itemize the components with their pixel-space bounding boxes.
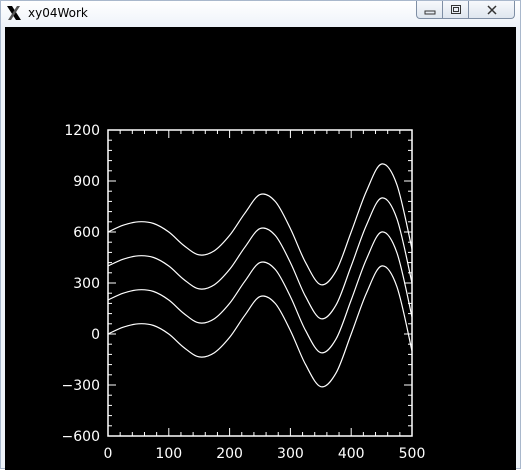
title-bar[interactable]: xy04Work (1, 1, 520, 27)
minimize-button[interactable] (416, 1, 443, 19)
y-tick-label: 900 (73, 174, 100, 190)
x-logo-icon (7, 6, 21, 20)
close-button[interactable] (468, 1, 515, 19)
series-line-1 (107, 265, 413, 388)
y-tick-label: 0 (91, 327, 100, 343)
y-tick-label: −600 (62, 429, 100, 445)
y-tick-label: 1200 (64, 123, 100, 139)
x-tick-label: 200 (216, 446, 243, 462)
y-tick-label: −300 (62, 378, 100, 394)
line-chart: 0 100 200 300 400 500 −600 −300 0 300 600 900 1200 (62, 123, 426, 462)
close-icon (486, 4, 497, 15)
x-tick-label: 300 (277, 446, 304, 462)
app-window: xy04Work 0 100 200 300 400 500 −600 −300 0 300 600… (0, 0, 521, 470)
axis-ticks (107, 129, 413, 437)
x-tick-label: 100 (155, 446, 182, 462)
x-tick-label: 500 (399, 446, 426, 462)
x-tick-label: 400 (338, 446, 365, 462)
y-tick-label: 600 (73, 225, 100, 241)
maximize-button[interactable] (442, 1, 469, 19)
series-lines (107, 163, 413, 388)
window-title: xy04Work (28, 6, 88, 20)
minimize-icon (424, 10, 435, 14)
plot-frame (107, 129, 413, 437)
y-tick-label: 300 (73, 276, 100, 292)
axis-tick-labels: 0 100 200 300 400 500 −600 −300 0 300 600 900 1200 (62, 123, 426, 462)
maximize-icon (450, 4, 461, 14)
x-tick-label: 0 (104, 446, 113, 462)
plot-area: 0 100 200 300 400 500 −600 −300 0 300 600 900 1200 (5, 27, 516, 470)
